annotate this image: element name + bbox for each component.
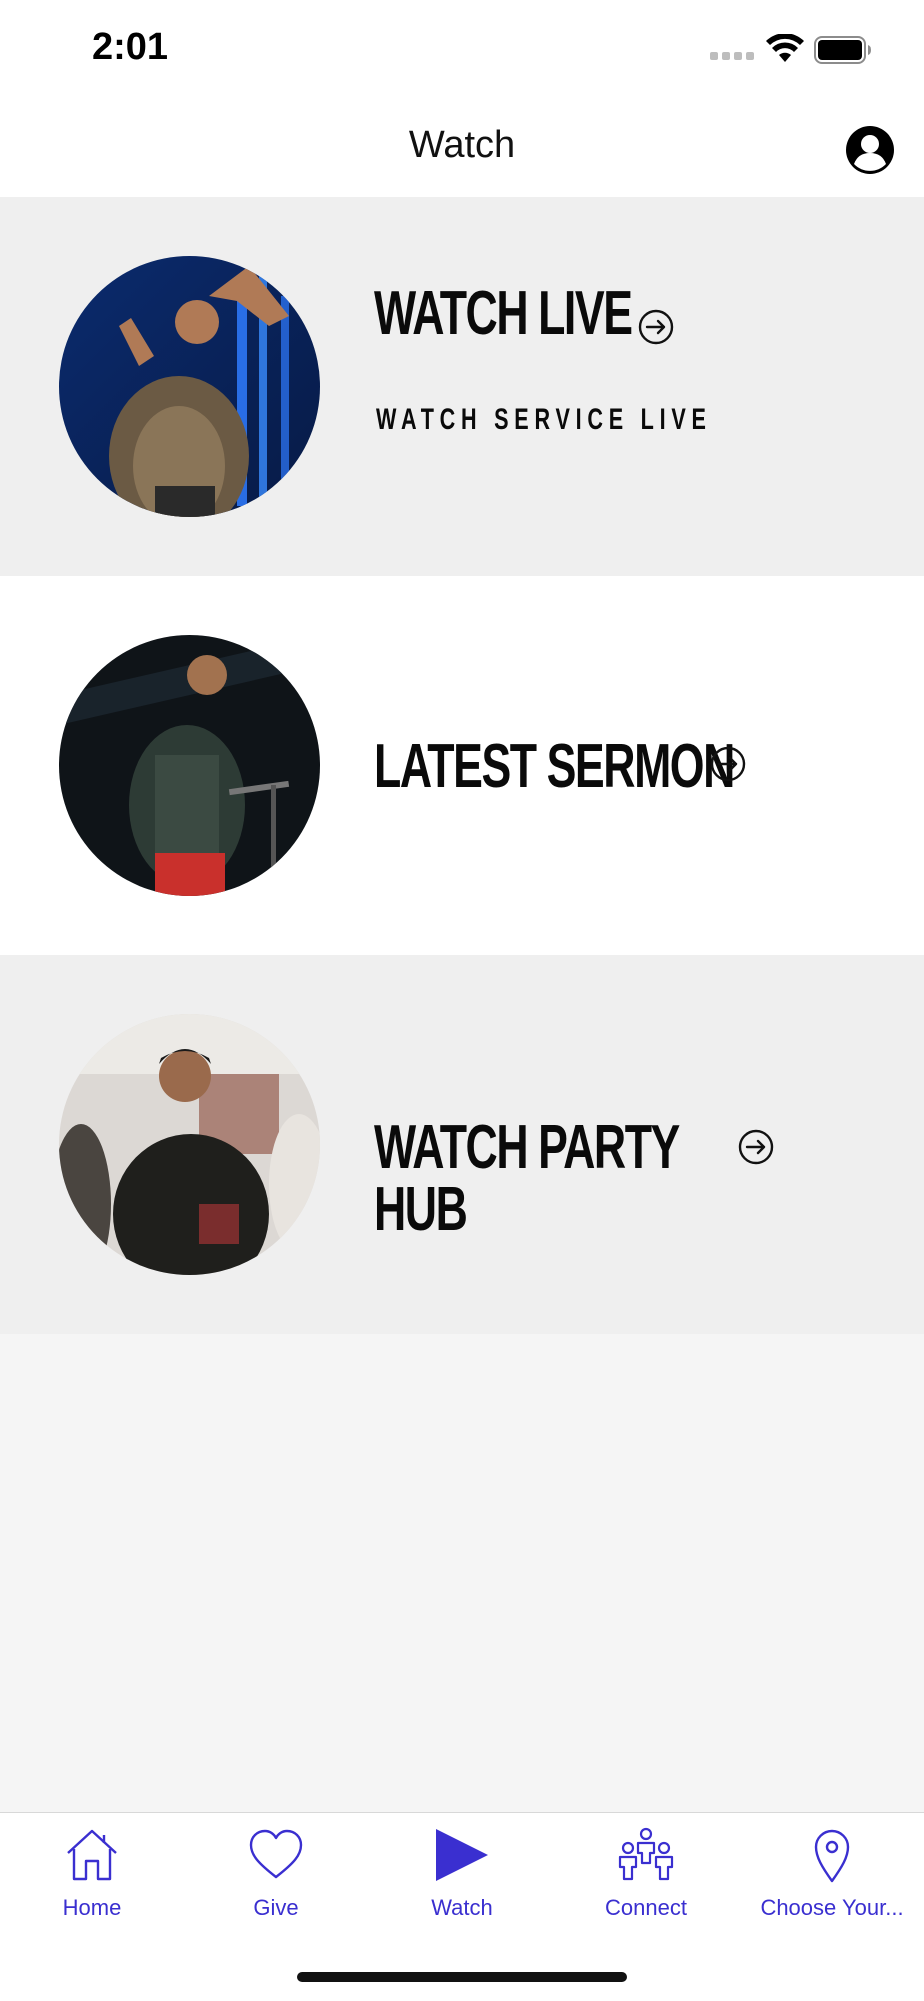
play-icon [436, 1829, 488, 1881]
page-title: Watch [408, 124, 516, 166]
tab-watch-label: Watch [431, 1895, 493, 1920]
wifi-icon [766, 34, 804, 62]
watch-live-thumbnail [59, 256, 320, 517]
home-icon [67, 1829, 117, 1881]
content-empty-area [0, 1334, 924, 1812]
latest-sermon-thumbnail [59, 635, 320, 896]
watch-live-title: WATCH LIVE [374, 279, 633, 348]
tab-choose-your[interactable]: Choose Your... [740, 1813, 924, 1933]
arrow-right-circle-icon[interactable] [738, 1129, 774, 1165]
profile-button[interactable] [844, 124, 896, 176]
tab-give-label: Give [253, 1895, 299, 1920]
status-bar: 2:01 [0, 0, 924, 100]
tab-connect-label: Connect [605, 1895, 687, 1920]
tab-choose-your-label: Choose Your... [760, 1895, 904, 1920]
location-pin-icon [814, 1829, 850, 1883]
user-circle-icon [846, 126, 894, 174]
watch-party-hub-thumbnail [59, 1014, 320, 1275]
people-icon [618, 1827, 674, 1881]
tab-watch[interactable]: Watch [370, 1813, 554, 1933]
watch-live-row[interactable]: WATCH LIVE WATCH SERVICE LIVE [0, 197, 924, 576]
battery-icon [814, 36, 871, 64]
tab-home[interactable]: Home [0, 1813, 184, 1933]
heart-icon [249, 1829, 303, 1879]
tab-home-label: Home [62, 1895, 122, 1920]
watch-party-hub-title: WATCH PARTY HUB [374, 1113, 680, 1244]
watch-party-hub-row[interactable]: WATCH PARTY HUB [0, 955, 924, 1334]
tab-give[interactable]: Give [184, 1813, 368, 1933]
arrow-right-circle-icon[interactable] [710, 746, 746, 782]
latest-sermon-title: LATEST SERMON [374, 732, 735, 801]
navigation-bar: Watch [0, 100, 924, 197]
arrow-right-circle-icon[interactable] [638, 309, 674, 345]
latest-sermon-row[interactable]: LATEST SERMON [0, 576, 924, 955]
status-time: 2:01 [92, 26, 169, 68]
tab-connect[interactable]: Connect [554, 1813, 738, 1933]
watch-live-subtitle: WATCH SERVICE LIVE [376, 403, 712, 436]
cellular-signal-icon [710, 52, 754, 60]
home-indicator [297, 1972, 627, 1982]
